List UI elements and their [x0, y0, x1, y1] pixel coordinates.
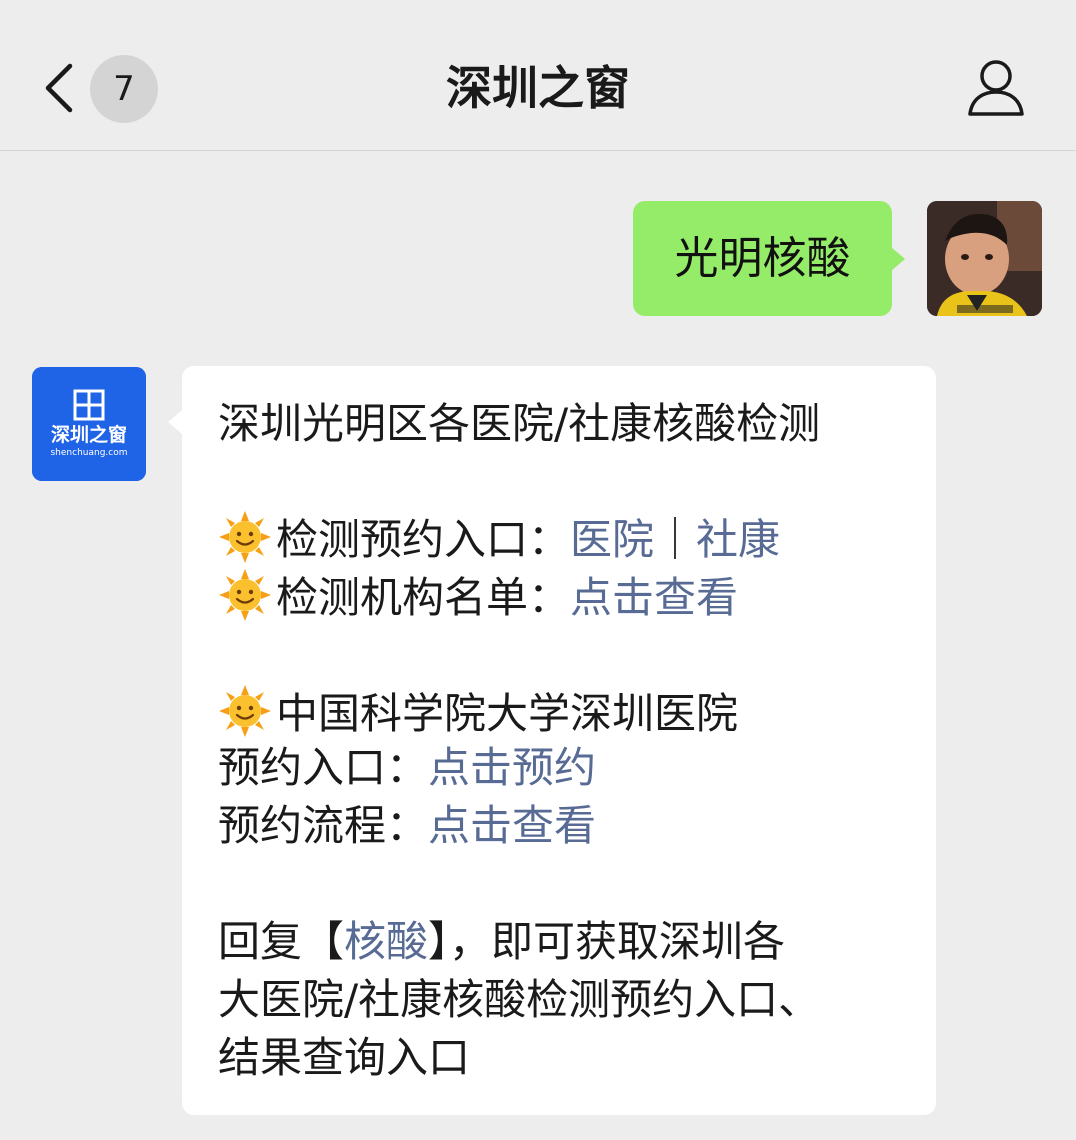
- unread-count-badge[interactable]: 7: [90, 55, 158, 123]
- svg-text:shenchuang.com: shenchuang.com: [50, 448, 127, 458]
- reply-prefix: 回复【: [218, 917, 345, 966]
- chat-header: 7 深圳之窗: [0, 0, 1076, 151]
- sun-face-emoji-icon: [219, 569, 271, 621]
- reply-instruction-line-1: 回复【核酸】，即可获取深圳各: [218, 914, 785, 970]
- booking-entry-label: 检测预约入口：: [276, 515, 571, 564]
- user-avatar[interactable]: [927, 201, 1042, 316]
- appointment-label: 预约入口：: [218, 743, 429, 792]
- reply-keyword-link[interactable]: 核酸: [344, 917, 428, 966]
- hospital-name-line: 中国科学院大学深圳医院: [218, 684, 738, 742]
- back-button[interactable]: [38, 58, 82, 118]
- process-line: 预约流程：点击查看: [218, 798, 596, 854]
- appointment-link[interactable]: 点击预约: [428, 743, 596, 792]
- sun-face-emoji-icon: [219, 685, 271, 737]
- person-outline-icon: [968, 60, 1024, 116]
- process-label: 预约流程：: [218, 801, 429, 850]
- incoming-message-bubble: 深圳光明区各医院/社康核酸检测 检测预约入口：医院｜社康 检测机构名单：点击查看…: [168, 366, 936, 1115]
- message-heading: 深圳光明区各医院/社康核酸检测: [218, 399, 821, 448]
- hospital-name: 中国科学院大学深圳医院: [276, 689, 739, 738]
- community-booking-link[interactable]: 社康: [696, 515, 780, 564]
- institutions-view-link[interactable]: 点击查看: [570, 573, 738, 622]
- profile-button[interactable]: [966, 56, 1026, 118]
- official-account-avatar[interactable]: 深圳之窗 shenchuang.com: [32, 367, 146, 481]
- sun-face-emoji-icon: [219, 511, 271, 563]
- reply-instruction-line-3: 结果查询入口: [218, 1033, 471, 1082]
- institutions-label: 检测机构名单：: [276, 573, 571, 622]
- institutions-line: 检测机构名单：点击查看: [218, 568, 738, 626]
- chat-title: 深圳之窗: [446, 61, 630, 115]
- reply-instruction-line-2: 大医院/社康核酸检测预约入口、: [218, 975, 821, 1024]
- process-view-link[interactable]: 点击查看: [428, 801, 596, 850]
- shenchuang-logo-icon: 深圳之窗 shenchuang.com: [32, 367, 146, 481]
- svg-text:深圳之窗: 深圳之窗: [51, 423, 127, 446]
- outgoing-message-text: 光明核酸: [674, 233, 851, 284]
- hospital-booking-link[interactable]: 医院: [570, 515, 654, 564]
- appointment-line: 预约入口：点击预约: [218, 740, 596, 796]
- outgoing-message-bubble[interactable]: 光明核酸: [633, 201, 905, 316]
- reply-suffix: 】，即可获取深圳各: [428, 917, 786, 966]
- chevron-left-icon: [45, 63, 73, 113]
- booking-entry-line: 检测预约入口：医院｜社康: [218, 510, 780, 568]
- link-separator: ｜: [654, 515, 697, 564]
